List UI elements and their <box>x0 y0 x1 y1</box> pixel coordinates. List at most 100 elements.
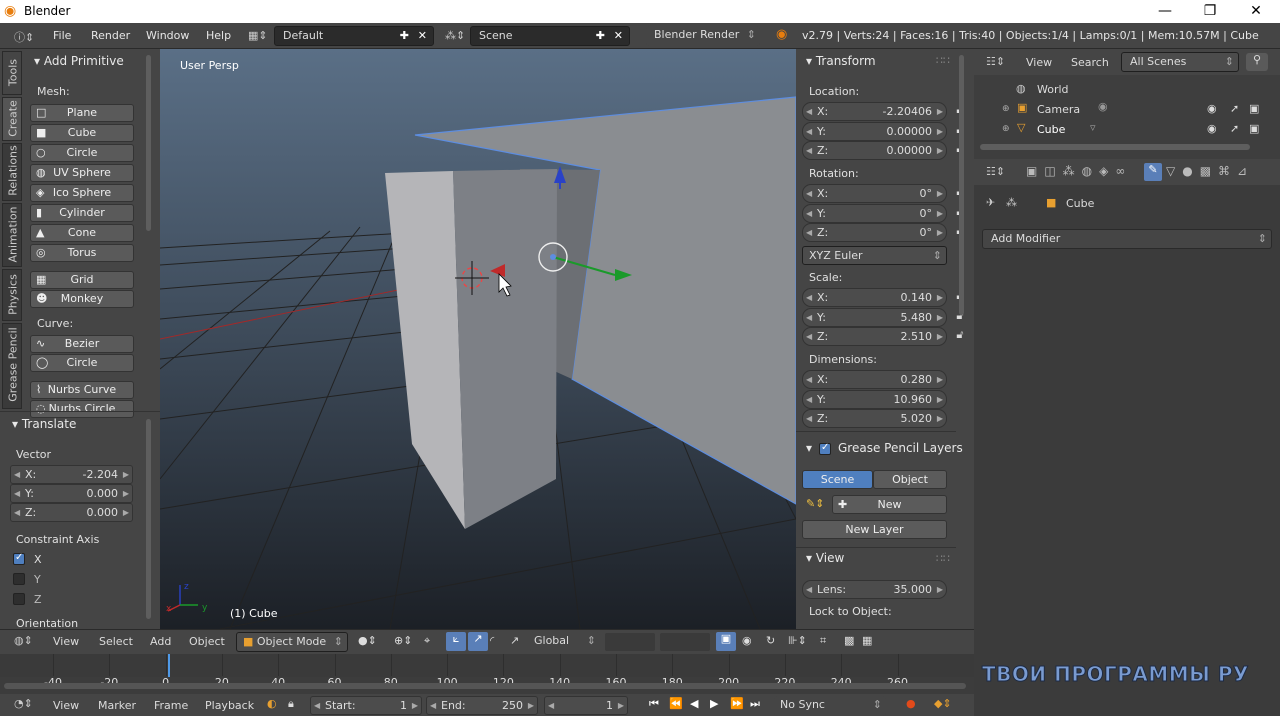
current-frame-field[interactable]: ◀ 1 ▶ <box>544 696 628 715</box>
add-modifier-select[interactable]: Add Modifier ⇕ <box>982 229 1272 249</box>
add-cone-button[interactable]: ▲ Cone <box>30 224 134 242</box>
scene-selector[interactable]: Scene ✚ ✕ <box>470 26 630 46</box>
sync-mode-select[interactable]: No Sync ⇕ <box>774 696 886 716</box>
opengl-render-icon[interactable]: ▦ <box>862 634 872 647</box>
view-panel-header[interactable]: ▾ View <box>806 551 844 565</box>
rotation-y-field[interactable]: ◀ Y: 0° ▶ <box>802 203 947 223</box>
outliner-search-menu[interactable]: Search <box>1071 56 1109 69</box>
keying-icon[interactable]: ◐ <box>267 697 277 710</box>
viewport-object-menu[interactable]: Object <box>189 635 225 648</box>
add-torus-button[interactable]: ◎ Torus <box>30 244 134 262</box>
viewport-add-menu[interactable]: Add <box>150 635 171 648</box>
add-primitive-header[interactable]: ▾ Add Primitive <box>34 54 124 68</box>
add-layout-icon[interactable]: ✚ <box>400 27 409 45</box>
layout-selector[interactable]: Default ✚ ✕ <box>274 26 434 46</box>
dimensions-z-field[interactable]: ◀ Z: 5.020 ▶ <box>802 409 947 428</box>
pencil-icon[interactable]: ✎⇕ <box>806 497 824 510</box>
scale-manipulator-icon[interactable]: ↗ <box>510 634 519 647</box>
constraint-z-checkbox[interactable] <box>13 593 25 605</box>
maximize-icon[interactable]: ❐ <box>1190 1 1230 21</box>
translate-x-field[interactable]: ◀ X: -2.204 ▶ <box>10 465 133 484</box>
timeline-editor-icon[interactable]: ◔⇕ <box>14 697 33 710</box>
search-icon[interactable]: ⚲ <box>1246 53 1268 71</box>
rotation-x-field[interactable]: ◀ X: 0° ▶ <box>802 184 947 203</box>
tab-create[interactable]: Create <box>2 97 22 141</box>
current-frame-marker[interactable] <box>168 654 170 677</box>
translate-z-field[interactable]: ◀ Z: 0.000 ▶ <box>10 503 133 522</box>
add-monkey-button[interactable]: ☻ Monkey <box>30 290 134 308</box>
add-cylinder-button[interactable]: ▮ Cylinder <box>30 204 134 222</box>
lock-icon[interactable]: 🔒︎ <box>288 697 294 711</box>
properties-context-tabs[interactable]: ▣◫⁂◍◈∞ <box>1026 164 1132 178</box>
translate-header[interactable]: ▾ Translate <box>12 417 76 431</box>
interaction-mode-select[interactable]: ■ Object Mode ⇕ <box>236 632 348 652</box>
lens-field[interactable]: ◀ Lens: 35.000 ▶ <box>802 580 947 599</box>
timeline-frame-menu[interactable]: Frame <box>154 699 188 712</box>
rotation-mode-select[interactable]: XYZ Euler ⇕ <box>802 246 947 265</box>
layers-block-1[interactable] <box>605 633 655 651</box>
scene-icon[interactable]: ⁂⇕ <box>445 29 465 42</box>
menu-file[interactable]: File <box>53 29 71 42</box>
snap-target-icon[interactable]: ⌗ <box>820 634 826 648</box>
cube-side-face[interactable] <box>453 169 557 529</box>
render-engine-select[interactable]: Blender Render ⇕ <box>646 26 760 46</box>
gp-new-button[interactable]: ✚ New <box>832 495 947 514</box>
proportional-edit-icon[interactable]: ◉ <box>742 634 752 647</box>
start-frame-field[interactable]: ◀ Start: 1 ▶ <box>310 696 422 715</box>
scale-z-field[interactable]: ◀ Z: 2.510 ▶ <box>802 327 947 346</box>
constraint-x-checkbox[interactable] <box>13 552 25 565</box>
tab-grease-pencil[interactable]: Grease Pencil <box>2 323 22 409</box>
drag-handle-icon[interactable]: ∷∷ <box>936 54 950 67</box>
remove-layout-icon[interactable]: ✕ <box>418 27 427 45</box>
viewport-scene[interactable]: x y z <box>160 49 796 629</box>
dimensions-x-field[interactable]: ◀ X: 0.280 ▶ <box>802 370 947 389</box>
outliner-item-world[interactable]: World <box>1037 83 1069 96</box>
add-curve-circle-button[interactable]: ◯ Circle <box>30 354 134 372</box>
viewport-editor-icon[interactable]: ◍⇕ <box>14 634 33 647</box>
menu-window[interactable]: Window <box>146 29 189 42</box>
record-icon[interactable]: ● <box>906 697 916 710</box>
shading-mode-icon[interactable]: ●⇕ <box>358 634 377 647</box>
add-plane-button[interactable]: □ Plane <box>30 104 134 122</box>
expand-icon[interactable]: ⊕ <box>1002 124 1010 134</box>
tab-tools[interactable]: Tools <box>2 51 22 95</box>
pin-icon[interactable]: ✈ <box>986 196 995 209</box>
visibility-eye-icon[interactable]: ◉ <box>1207 102 1217 115</box>
viewport-select-menu[interactable]: Select <box>99 635 133 648</box>
scale-x-field[interactable]: ◀ X: 0.140 ▶ <box>802 288 947 307</box>
add-bezier-button[interactable]: ∿ Bezier <box>30 335 134 353</box>
gp-object-tab[interactable]: Object <box>873 470 947 489</box>
lock-layers-icon[interactable]: ▣ <box>716 632 736 651</box>
timeline-marker-menu[interactable]: Marker <box>98 699 136 712</box>
move-arrow-icon[interactable]: ↗ <box>468 632 488 651</box>
selectable-arrow-icon[interactable]: ➚ <box>1230 102 1239 115</box>
next-keyframe-icon[interactable]: ⏩ <box>730 697 744 710</box>
screen-layout-icon[interactable]: ▦⇕ <box>248 29 268 42</box>
add-grid-button[interactable]: ▦ Grid <box>30 271 134 289</box>
translate-y-field[interactable]: ◀ Y: 0.000 ▶ <box>10 484 133 503</box>
properties-editor-icon[interactable]: ☷⇕ <box>986 165 1005 178</box>
tab-relations[interactable]: Relations <box>2 143 22 201</box>
add-cube-button[interactable]: ■ Cube <box>30 124 134 142</box>
viewport-view-menu[interactable]: View <box>53 635 79 648</box>
wrench-icon[interactable]: ✎ <box>1144 163 1162 181</box>
grease-pencil-checkbox[interactable] <box>819 442 831 455</box>
visibility-eye-icon[interactable]: ◉ <box>1207 122 1217 135</box>
snap-element-icon[interactable]: ⊪⇕ <box>788 634 807 647</box>
properties-context-tabs-2[interactable]: ▽●▩⌘⊿ <box>1166 164 1254 178</box>
keyframe-icon[interactable]: ◆⇕ <box>934 697 952 710</box>
transform-orientation-select[interactable]: Global ⇕ <box>530 632 600 652</box>
timeline[interactable]: -40-200204060801001201401601802002202402… <box>0 654 974 694</box>
menu-help[interactable]: Help <box>206 29 231 42</box>
gp-scene-tab[interactable]: Scene <box>802 470 873 489</box>
location-z-field[interactable]: ◀ Z: 0.00000 ▶ <box>802 141 947 160</box>
play-reverse-icon[interactable]: ◀ <box>690 697 698 710</box>
translate-scrollbar[interactable] <box>146 419 151 619</box>
grease-pencil-header[interactable]: ▾ <box>806 441 812 455</box>
add-nurbs-circle-button[interactable]: ◌ Nurbs Circle <box>30 400 134 418</box>
location-x-field[interactable]: ◀ X: -2.20406 ▶ <box>802 102 947 121</box>
outliner-item-cube[interactable]: Cube <box>1037 123 1065 136</box>
rotate-manipulator-icon[interactable]: ◜ <box>490 634 494 647</box>
outliner-item-camera[interactable]: Camera <box>1037 103 1080 116</box>
timeline-playback-menu[interactable]: Playback <box>205 699 254 712</box>
